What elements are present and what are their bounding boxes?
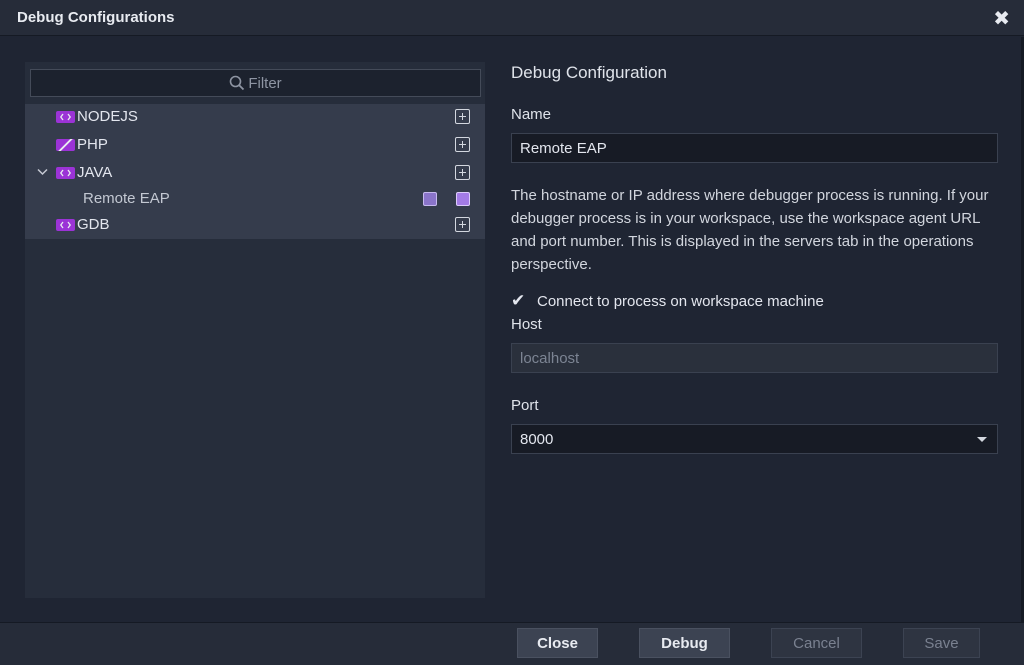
search-icon: [230, 75, 245, 91]
add-configuration-button[interactable]: [455, 109, 470, 124]
tree-item-java[interactable]: JAVA: [25, 160, 485, 186]
code-icon: [56, 111, 75, 123]
tree-item-gdb[interactable]: GDB: [25, 212, 485, 238]
tree-item-label: GDB: [77, 216, 110, 233]
host-field[interactable]: localhost: [511, 343, 998, 373]
cancel-button[interactable]: Cancel: [771, 628, 862, 658]
port-select[interactable]: 8000: [511, 424, 998, 454]
add-configuration-button[interactable]: [455, 165, 470, 180]
window-title: Debug Configurations: [17, 9, 175, 26]
delete-configuration-button[interactable]: [456, 192, 470, 206]
checkbox-label: Connect to process on workspace machine: [537, 292, 824, 310]
title-bar: Debug Configurations ✖: [0, 0, 1024, 36]
tree-item-php[interactable]: PHP: [25, 132, 485, 158]
add-configuration-button[interactable]: [455, 137, 470, 152]
tree-item-label: JAVA: [77, 164, 113, 181]
port-label: Port: [511, 397, 539, 414]
add-configuration-button[interactable]: [455, 217, 470, 232]
section-title: Debug Configuration: [511, 63, 667, 82]
close-icon[interactable]: ✖: [993, 6, 1010, 31]
port-value: 8000: [520, 431, 554, 448]
dialog-footer: [0, 622, 1024, 665]
checkbox-checked-icon[interactable]: ✔: [511, 291, 529, 311]
tree-item-remote-eap[interactable]: Remote EAP: [25, 186, 485, 212]
tree-item-nodejs[interactable]: NODEJS: [25, 104, 485, 130]
tree-item-label: PHP: [77, 136, 108, 153]
tree-item-label: NODEJS: [77, 108, 138, 125]
chevron-down-icon[interactable]: [37, 165, 48, 179]
filter-input[interactable]: Filter: [30, 69, 481, 97]
filter-placeholder: Filter: [248, 74, 282, 92]
chevron-down-icon: [977, 437, 987, 442]
duplicate-configuration-button[interactable]: [423, 192, 437, 206]
tree-child-label: Remote EAP: [83, 190, 170, 207]
connect-workspace-checkbox-row[interactable]: ✔ Connect to process on workspace machin…: [511, 290, 824, 312]
name-field[interactable]: Remote EAP: [511, 133, 998, 163]
php-icon: [56, 139, 75, 151]
code-icon: [56, 219, 75, 231]
description-text: The hostname or IP address where debugge…: [511, 187, 989, 273]
name-label: Name: [511, 106, 552, 123]
debug-button[interactable]: Debug: [639, 628, 730, 658]
close-button[interactable]: Close: [517, 628, 598, 658]
save-button[interactable]: Save: [903, 628, 980, 658]
host-label: Host: [511, 316, 542, 333]
code-icon: [56, 167, 75, 179]
